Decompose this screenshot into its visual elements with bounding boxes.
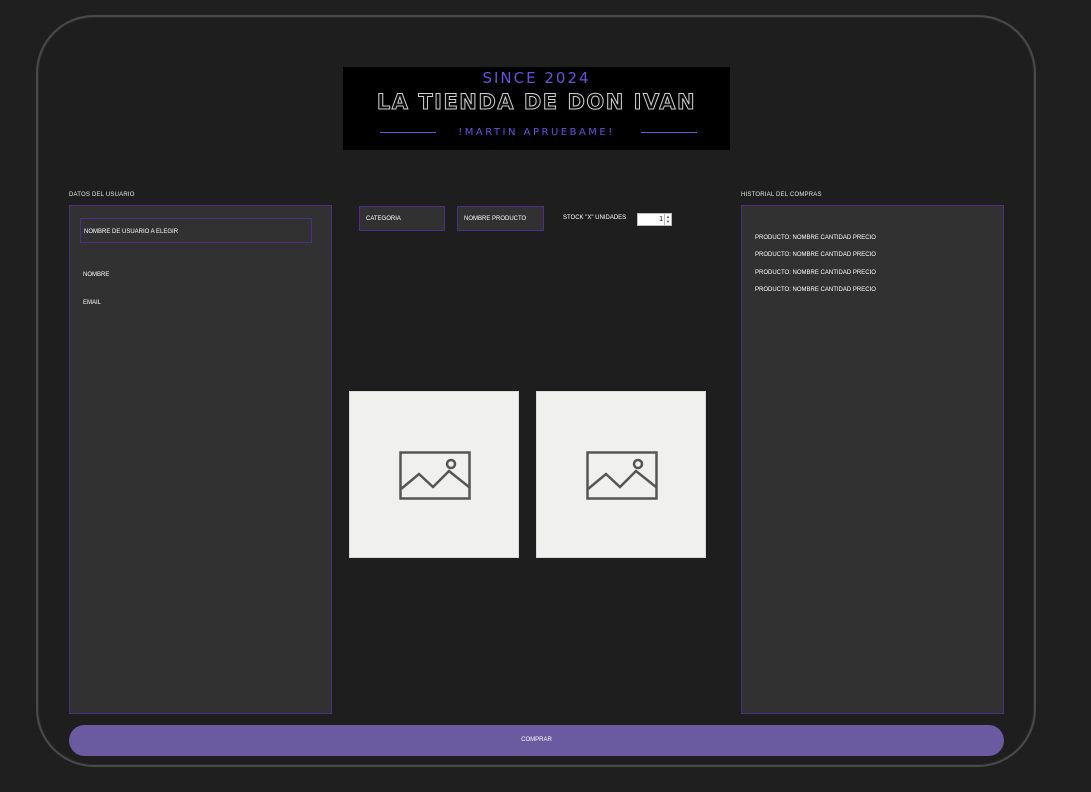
- product-image-1[interactable]: [349, 391, 519, 558]
- name-label: NOMBRE: [83, 272, 110, 278]
- quantity-stepper[interactable]: 1 ▲ ▼: [637, 213, 672, 226]
- image-placeholder-icon: [399, 451, 471, 500]
- history-item: PRODUCTO: NOMBRE CANTIDAD PRECIO: [755, 252, 876, 258]
- username-input[interactable]: NOMBRE DE USUARIO A ELEGIR: [80, 218, 312, 243]
- product-name-select[interactable]: NOMBRE PRODUCTO: [457, 206, 544, 231]
- banner-line-right: [641, 132, 697, 133]
- history-item: PRODUCTO: NOMBRE CANTIDAD PRECIO: [755, 235, 876, 241]
- user-section-label: DATOS DEL USUARIO: [69, 192, 135, 198]
- store-banner: SINCE 2024 LA TIENDA DE DON IVAN !MARTIN…: [343, 67, 730, 150]
- buy-button[interactable]: COMPRAR: [69, 725, 1004, 756]
- store-title: LA TIENDA DE DON IVAN: [376, 90, 697, 115]
- quantity-value: 1: [659, 216, 663, 223]
- image-placeholder-icon: [586, 451, 658, 500]
- stock-label: STOCK "X" UNIDADES: [563, 215, 627, 221]
- stepper-arrows[interactable]: ▲ ▼: [664, 214, 671, 225]
- product-image-2[interactable]: [536, 391, 706, 558]
- history-panel: PRODUCTO: NOMBRE CANTIDAD PRECIO PRODUCT…: [741, 205, 1004, 714]
- email-label: EMAIL: [83, 300, 102, 306]
- history-item: PRODUCTO: NOMBRE CANTIDAD PRECIO: [755, 287, 876, 293]
- banner-since: SINCE 2024: [482, 69, 591, 87]
- history-item: PRODUCTO: NOMBRE CANTIDAD PRECIO: [755, 270, 876, 276]
- category-select[interactable]: CATEGORIA: [359, 206, 445, 231]
- history-section-label: HISTORIAL DEL COMPRAS: [741, 192, 822, 198]
- user-panel: NOMBRE DE USUARIO A ELEGIR NOMBRE EMAIL: [69, 205, 332, 714]
